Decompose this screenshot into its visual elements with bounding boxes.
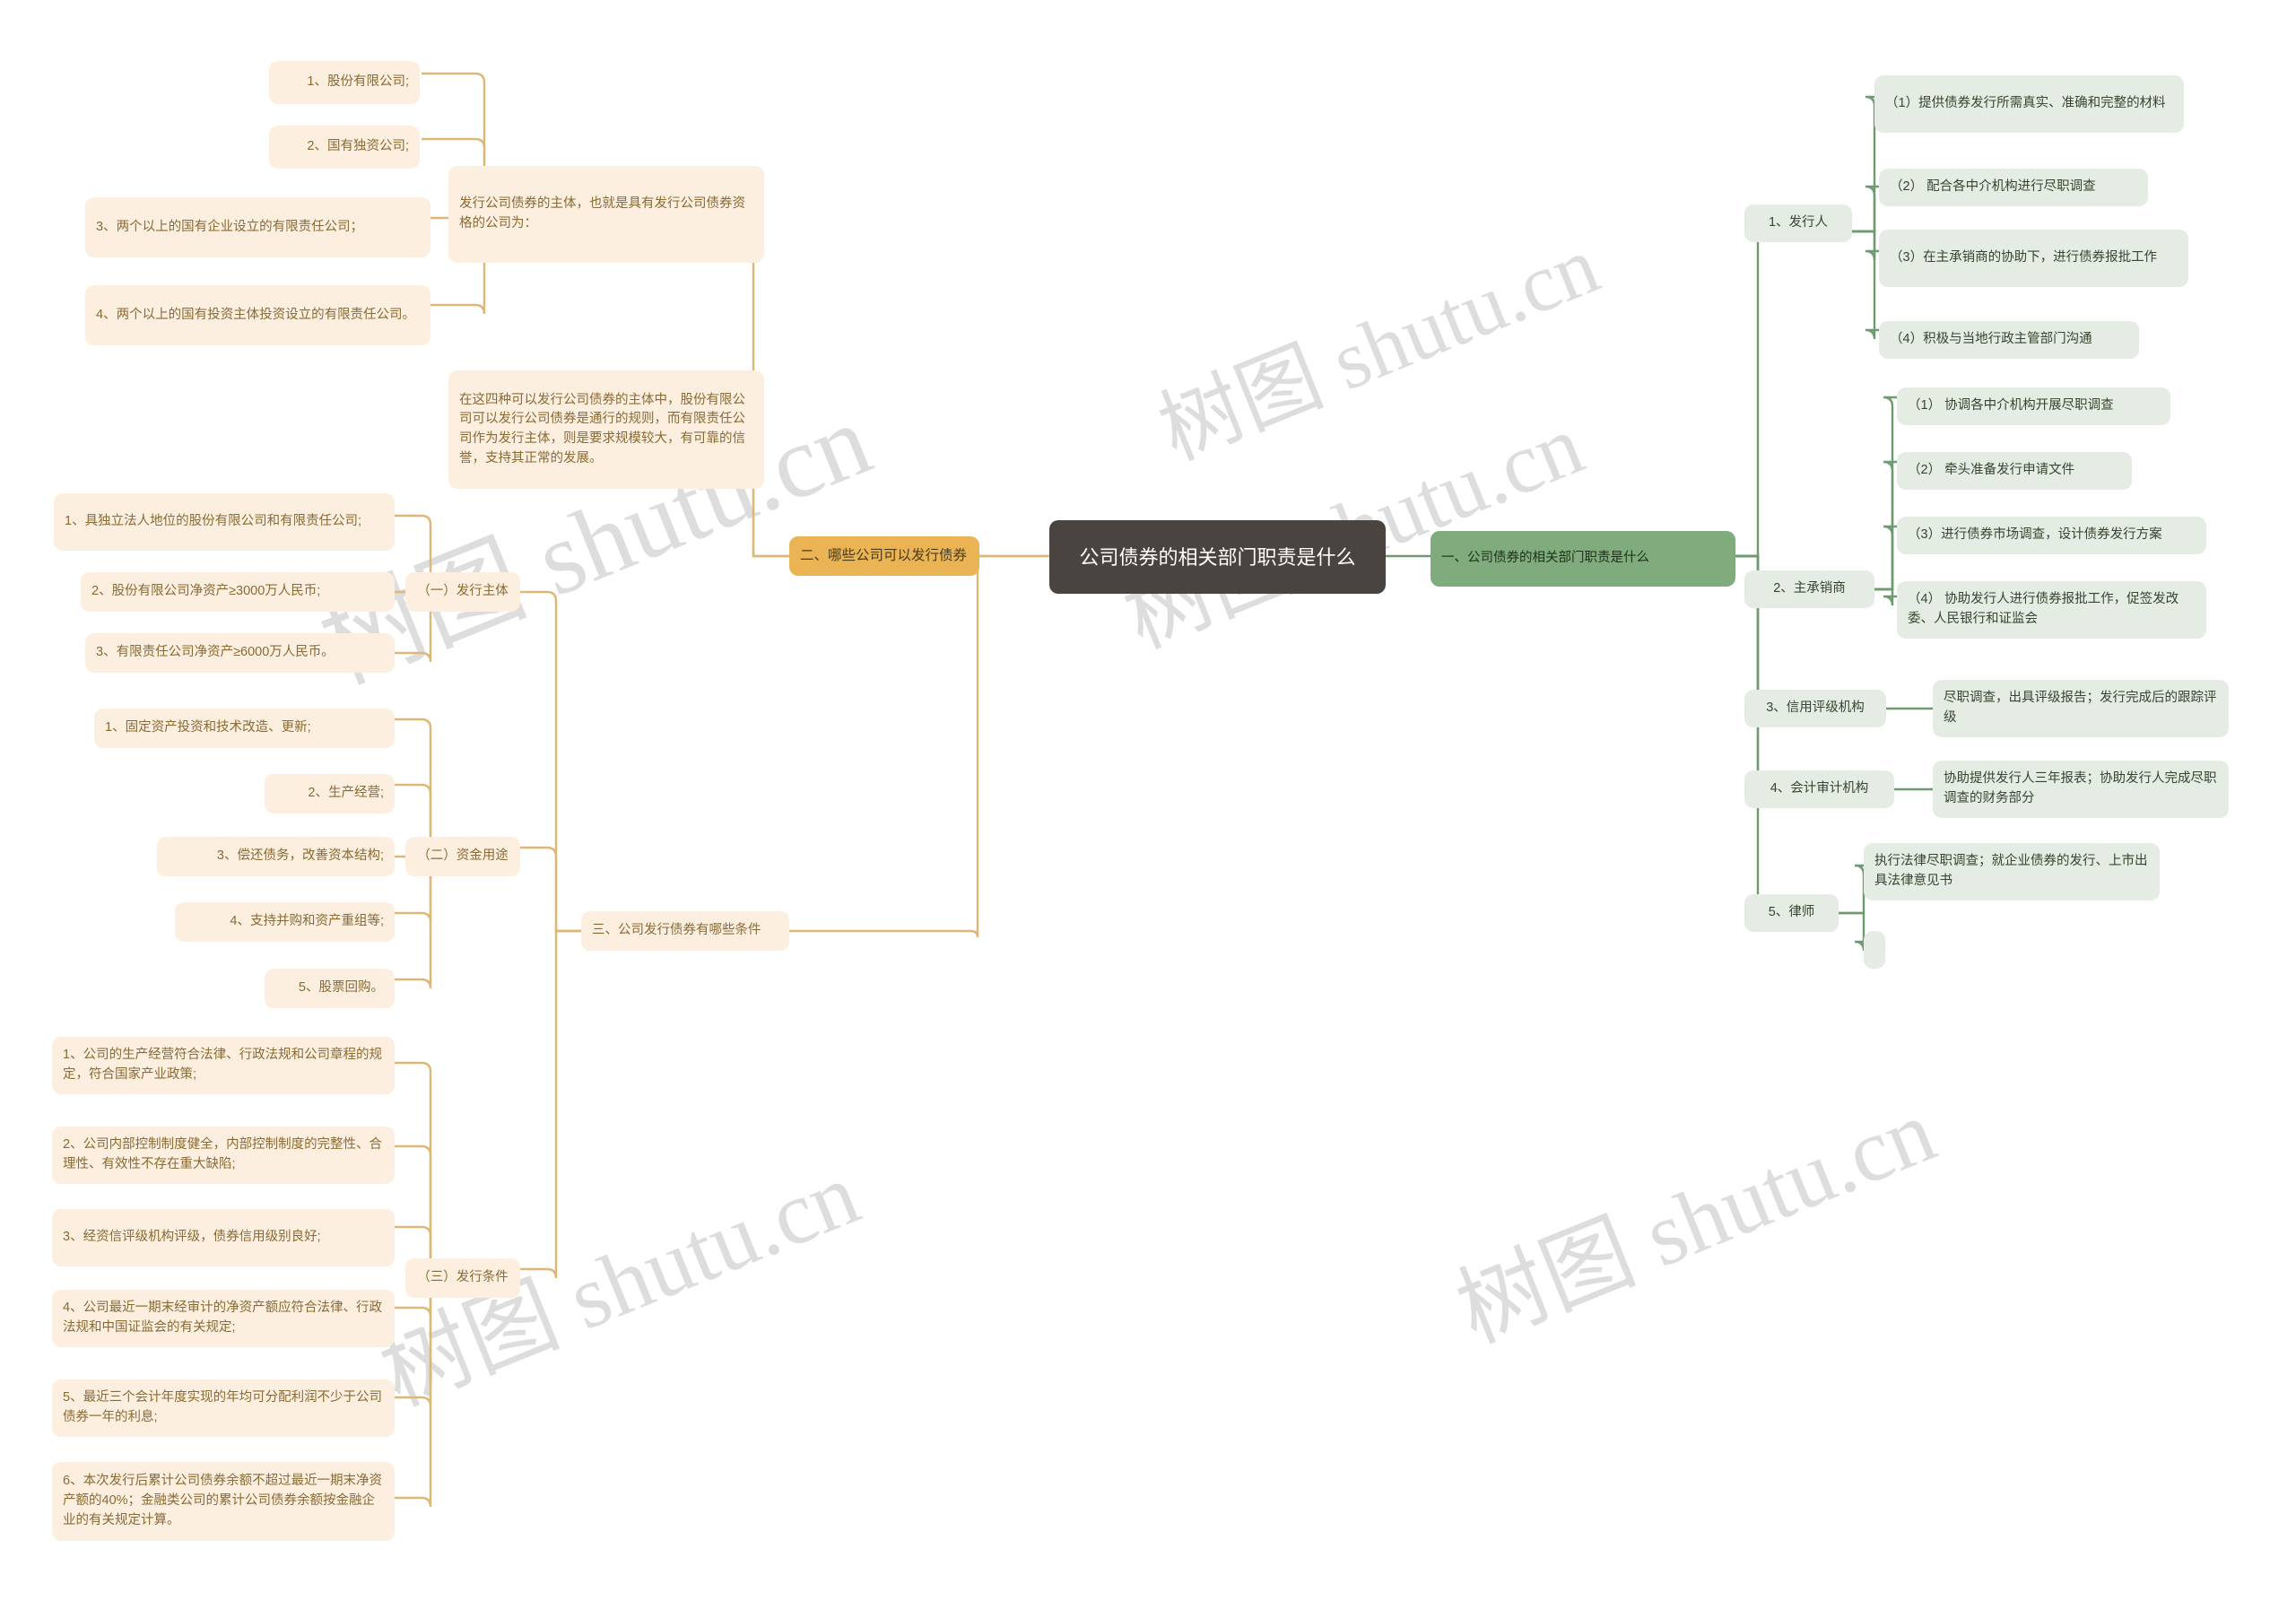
right-g2-item-2[interactable]: （2） 牵头准备发行申请文件 (1897, 452, 2132, 490)
group-issuer-label[interactable]: （一）发行主体 (405, 572, 520, 612)
right-group-2-text: 2、主承销商 (1773, 581, 1846, 596)
right-g3-item-1[interactable]: 尽职调查，出具评级报告；发行完成后的跟踪评级 (1933, 680, 2229, 737)
subject-item-2-label: 2、国有独资公司; (307, 139, 409, 154)
branch-right-1[interactable]: 一、公司债券的相关部门职责是什么 (1431, 531, 1735, 587)
condition-item-6[interactable]: 6、本次发行后累计公司债券余额不超过最近一期末净资产额的40%；金融类公司的累计… (52, 1462, 395, 1541)
right-group-3-text: 3、信用评级机构 (1766, 700, 1865, 716)
funds-item-5[interactable]: 5、股票回购。 (265, 969, 395, 1008)
right-g2-item-3-label: （3）进行债券市场调查，设计债券发行方案 (1908, 527, 2162, 543)
funds-item-1[interactable]: 1、固定资产投资和技术改造、更新; (94, 709, 395, 748)
subject-item-1-label: 1、股份有限公司; (307, 74, 409, 90)
funds-item-3[interactable]: 3、偿还债务，改善资本结构; (157, 837, 395, 876)
right-group-3-label[interactable]: 3、信用评级机构 (1744, 690, 1886, 727)
subject-item-1[interactable]: 1、股份有限公司; (269, 61, 420, 104)
branch-left-2-label: 二、哪些公司可以发行债券 (800, 548, 968, 564)
subject-item-4[interactable]: 4、两个以上的国有投资主体投资设立的有限责任公司。 (85, 285, 430, 345)
funds-item-3-label: 3、偿还债务，改善资本结构; (216, 848, 384, 864)
subject-item-3[interactable]: 3、两个以上的国有企业设立的有限责任公司； (85, 197, 430, 257)
right-group-4-label[interactable]: 4、会计审计机构 (1744, 770, 1894, 808)
right-group-4-text: 4、会计审计机构 (1770, 781, 1869, 796)
issuer-item-2-label: 2、股份有限公司净资产≥3000万人民币; (91, 584, 321, 599)
right-g1-item-4[interactable]: （4）积极与当地行政主管部门沟通 (1879, 321, 2139, 359)
right-g2-item-1-label: （1） 协调各中介机构开展尽职调查 (1908, 398, 2114, 413)
group-funds-text: （二）资金用途 (417, 848, 509, 864)
right-g5-item-1[interactable]: 执行法律尽职调查；就企业债券的发行、上市出具法律意见书 (1864, 843, 2160, 901)
right-g1-item-4-label: （4）积极与当地行政主管部门沟通 (1890, 332, 2092, 347)
group-issuer-text: （一）发行主体 (417, 584, 509, 599)
funds-item-2[interactable]: 2、生产经营; (265, 774, 395, 814)
funds-item-1-label: 1、固定资产投资和技术改造、更新; (105, 720, 311, 735)
branch-left-3-label: 三、公司发行债券有哪些条件 (592, 923, 761, 938)
group-conditions-text: （三）发行条件 (417, 1270, 509, 1285)
issuer-item-2[interactable]: 2、股份有限公司净资产≥3000万人民币; (81, 572, 395, 612)
funds-item-5-label: 5、股票回购。 (298, 980, 384, 996)
right-g4-item-1-label: 协助提供发行人三年报表；协助发行人完成尽职调查的财务部分 (1944, 771, 2217, 805)
funds-item-4-label: 4、支持并购和资产重组等; (230, 914, 384, 929)
right-g2-item-4-label: （4） 协助发行人进行债券报批工作，促签发改委、人民银行和证监会 (1908, 592, 2179, 626)
condition-item-5[interactable]: 5、最近三个会计年度实现的年均可分配利润不少于公司债券一年的利息; (52, 1379, 395, 1437)
right-group-2-label[interactable]: 2、主承销商 (1744, 570, 1874, 608)
branch-left-3[interactable]: 三、公司发行债券有哪些条件 (581, 911, 789, 951)
right-group-5-label[interactable]: 5、律师 (1744, 894, 1839, 932)
right-g4-item-1[interactable]: 协助提供发行人三年报表；协助发行人完成尽职调查的财务部分 (1933, 761, 2229, 818)
condition-item-4-label: 4、公司最近一期末经审计的净资产额应符合法律、行政法规和中国证监会的有关规定; (63, 1301, 383, 1335)
condition-item-2[interactable]: 2、公司内部控制制度健全，内部控制制度的完整性、合理性、有效性不存在重大缺陷; (52, 1127, 395, 1184)
right-g2-item-1[interactable]: （1） 协调各中介机构开展尽职调查 (1897, 387, 2170, 425)
condition-item-1-label: 1、公司的生产经营符合法律、行政法规和公司章程的规定，符合国家产业政策; (63, 1048, 383, 1082)
issuer-item-1[interactable]: 1、具独立法人地位的股份有限公司和有限责任公司; (54, 493, 395, 551)
right-g1-item-1-label: （1）提供债券发行所需真实、准确和完整的材料 (1885, 96, 2166, 111)
subject-note[interactable]: 在这四种可以发行公司债券的主体中，股份有限公司可以发行公司债券是通行的规则，而有… (448, 370, 764, 489)
group-conditions-label[interactable]: （三）发行条件 (405, 1258, 520, 1298)
issuer-item-1-label: 1、具独立法人地位的股份有限公司和有限责任公司; (65, 514, 362, 529)
issuer-item-3-label: 3、有限责任公司净资产≥6000万人民币。 (96, 645, 335, 660)
subject-group-text: 发行公司债券的主体，也就是具有发行公司债券资格的公司为： (459, 196, 745, 231)
right-g5-item-1-label: 执行法律尽职调查；就企业债券的发行、上市出具法律意见书 (1874, 854, 2148, 888)
condition-item-3-label: 3、经资信评级机构评级，债券信用级别良好; (63, 1230, 321, 1245)
branch-right-1-label: 一、公司债券的相关部门职责是什么 (1441, 551, 1649, 566)
right-group-1-text: 1、发行人 (1768, 215, 1829, 231)
right-g5-item-2[interactable] (1864, 931, 1885, 969)
condition-item-4[interactable]: 4、公司最近一期末经审计的净资产额应符合法律、行政法规和中国证监会的有关规定; (52, 1290, 395, 1347)
right-g2-item-2-label: （2） 牵头准备发行申请文件 (1908, 463, 2075, 478)
right-g2-item-4[interactable]: （4） 协助发行人进行债券报批工作，促签发改委、人民银行和证监会 (1897, 581, 2206, 639)
condition-item-1[interactable]: 1、公司的生产经营符合法律、行政法规和公司章程的规定，符合国家产业政策; (52, 1037, 395, 1094)
group-funds-label[interactable]: （二）资金用途 (405, 837, 520, 876)
branch-left-2[interactable]: 二、哪些公司可以发行债券 (789, 536, 979, 576)
subject-item-4-label: 4、两个以上的国有投资主体投资设立的有限责任公司。 (96, 307, 416, 322)
mindmap-canvas: 树图 shutu.cn 树图 shutu.cn 树图 shutu.cn 树图 s… (0, 0, 2296, 1601)
root-label: 公司债券的相关部门职责是什么 (1079, 545, 1356, 569)
right-g1-item-3-label: （3）在主承销商的协助下，进行债券报批工作 (1890, 250, 2158, 265)
right-group-1-label[interactable]: 1、发行人 (1744, 204, 1852, 242)
right-g1-item-2-label: （2） 配合各中介机构进行尽职调查 (1890, 179, 2096, 195)
condition-item-3[interactable]: 3、经资信评级机构评级，债券信用级别良好; (52, 1209, 395, 1266)
right-g1-item-2[interactable]: （2） 配合各中介机构进行尽职调查 (1879, 169, 2148, 206)
right-g2-item-3[interactable]: （3）进行债券市场调查，设计债券发行方案 (1897, 517, 2206, 554)
subject-item-2[interactable]: 2、国有独资公司; (269, 126, 420, 169)
funds-item-4[interactable]: 4、支持并购和资产重组等; (175, 902, 395, 942)
condition-item-6-label: 6、本次发行后累计公司债券余额不超过最近一期末净资产额的40%；金融类公司的累计… (63, 1474, 383, 1527)
right-group-5-text: 5、律师 (1768, 905, 1815, 920)
root-node[interactable]: 公司债券的相关部门职责是什么 (1049, 520, 1386, 594)
subject-group-label[interactable]: 发行公司债券的主体，也就是具有发行公司债券资格的公司为： (448, 166, 764, 263)
right-g3-item-1-label: 尽职调查，出具评级报告；发行完成后的跟踪评级 (1944, 691, 2217, 725)
subject-note-label: 在这四种可以发行公司债券的主体中，股份有限公司可以发行公司债券是通行的规则，而有… (459, 392, 745, 466)
condition-item-5-label: 5、最近三个会计年度实现的年均可分配利润不少于公司债券一年的利息; (63, 1390, 383, 1424)
right-g1-item-3[interactable]: （3）在主承销商的协助下，进行债券报批工作 (1879, 230, 2188, 287)
issuer-item-3[interactable]: 3、有限责任公司净资产≥6000万人民币。 (85, 633, 395, 673)
condition-item-2-label: 2、公司内部控制制度健全，内部控制制度的完整性、合理性、有效性不存在重大缺陷; (63, 1137, 383, 1171)
subject-item-3-label: 3、两个以上的国有企业设立的有限责任公司； (96, 219, 364, 234)
right-g1-item-1[interactable]: （1）提供债券发行所需真实、准确和完整的材料 (1874, 75, 2184, 133)
funds-item-2-label: 2、生产经营; (308, 786, 384, 801)
